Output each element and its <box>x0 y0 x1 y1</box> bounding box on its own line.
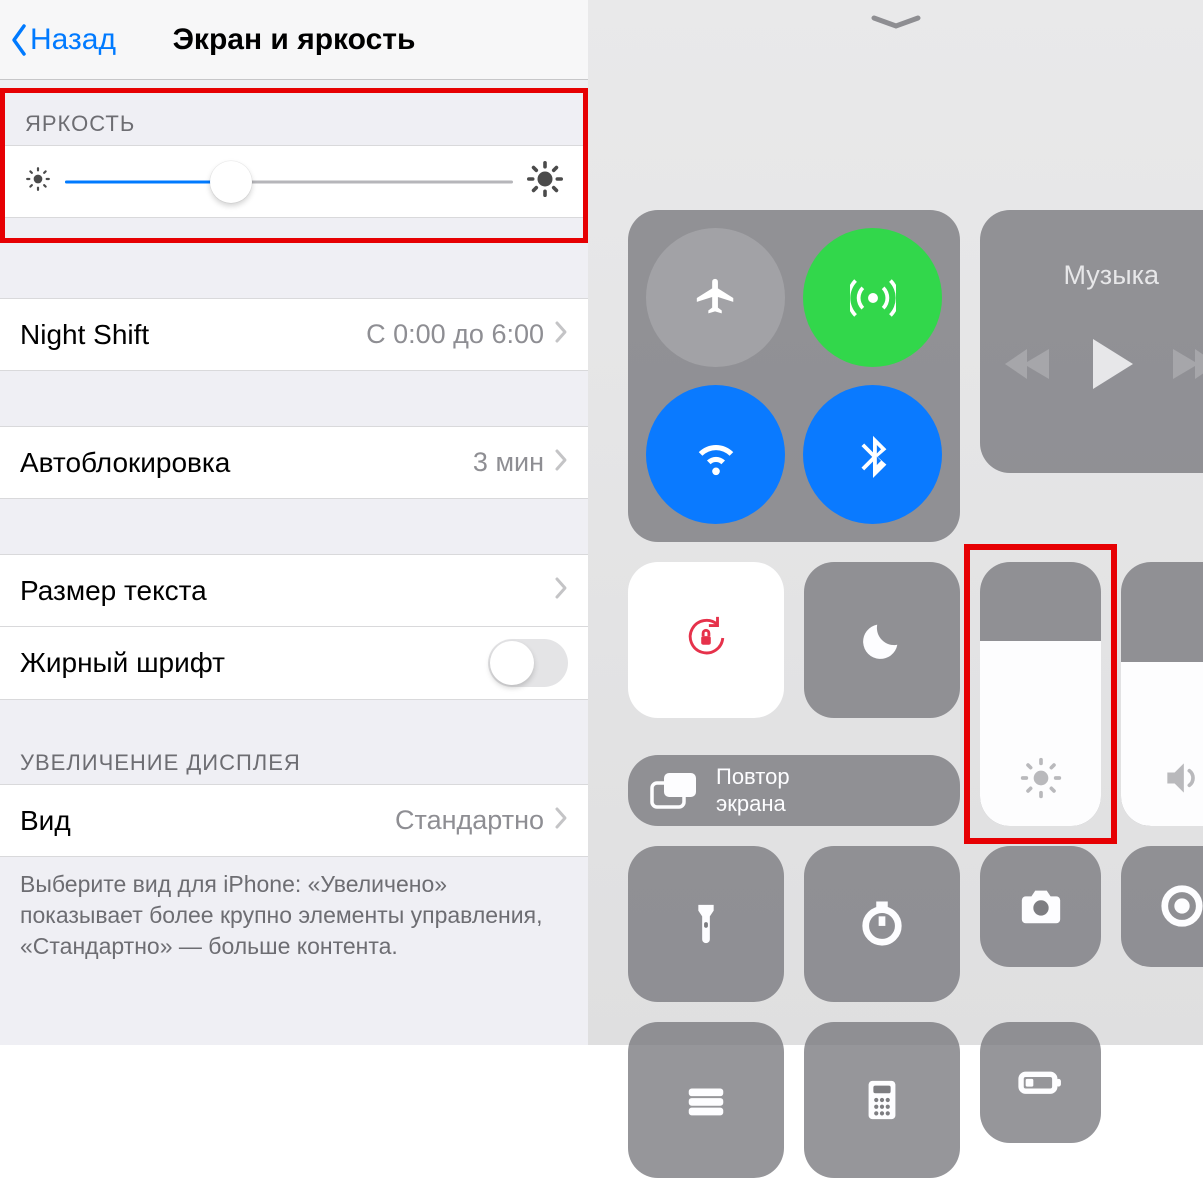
connectivity-module <box>628 210 960 542</box>
calculator-button[interactable] <box>804 1022 960 1178</box>
battery-icon <box>1018 1059 1064 1105</box>
chevron-right-icon <box>554 805 568 837</box>
brightness-vertical-slider[interactable] <box>980 562 1101 826</box>
timer-icon <box>859 901 905 947</box>
bold-text-label: Жирный шрифт <box>20 647 488 679</box>
chevron-right-icon <box>554 447 568 479</box>
do-not-disturb-button[interactable] <box>804 562 960 718</box>
text-size-label: Размер текста <box>20 575 544 607</box>
brightness-slider-row <box>5 145 583 218</box>
music-title: Музыка <box>1064 260 1160 291</box>
night-shift-row[interactable]: Night Shift С 0:00 до 6:00 <box>0 298 588 371</box>
brightness-low-icon <box>25 166 51 197</box>
bluetooth-button[interactable] <box>803 385 942 524</box>
wallet-icon <box>683 1077 729 1123</box>
calculator-icon <box>859 1077 905 1123</box>
airplane-icon <box>693 275 739 321</box>
chevron-left-icon <box>8 22 30 58</box>
auto-lock-label: Автоблокировка <box>20 447 473 479</box>
page-title: Экран и яркость <box>173 23 416 57</box>
screen-mirroring-button[interactable]: Повтор экрана <box>628 755 960 825</box>
back-label: Назад <box>30 23 116 57</box>
rotation-lock-button[interactable] <box>628 562 784 718</box>
previous-track-button[interactable] <box>1005 349 1049 384</box>
wifi-icon <box>693 432 739 478</box>
chevron-right-icon <box>554 319 568 351</box>
view-footnote: Выберите вид для iPhone: «Увеличено» пок… <box>0 857 588 962</box>
auto-lock-value: 3 мин <box>473 447 544 478</box>
volume-vertical-slider[interactable] <box>1121 562 1203 826</box>
bold-text-row: Жирный шрифт <box>0 627 588 700</box>
nav-bar: Назад Экран и яркость <box>0 0 588 80</box>
night-shift-label: Night Shift <box>20 319 366 351</box>
wifi-button[interactable] <box>646 385 785 524</box>
brightness-slider[interactable] <box>65 161 513 203</box>
low-power-button[interactable] <box>980 1022 1101 1143</box>
play-button[interactable] <box>1089 339 1133 394</box>
record-icon <box>1159 883 1203 929</box>
back-button[interactable]: Назад <box>8 22 116 58</box>
text-size-row[interactable]: Размер текста <box>0 554 588 627</box>
camera-icon <box>1018 883 1064 929</box>
brightness-slider-wrap <box>980 562 1101 826</box>
airplane-mode-button[interactable] <box>646 228 785 367</box>
view-row[interactable]: Вид Стандартно <box>0 784 588 857</box>
view-label: Вид <box>20 805 395 837</box>
flashlight-icon <box>683 901 729 947</box>
volume-icon <box>1160 756 1203 800</box>
brightness-highlight: ЯРКОСТЬ <box>0 88 588 243</box>
settings-screen: Назад Экран и яркость ЯРКОСТЬ Night Shif… <box>0 0 588 1045</box>
wallet-button[interactable] <box>628 1022 784 1178</box>
cellular-data-button[interactable] <box>803 228 942 367</box>
camera-button[interactable] <box>980 846 1101 967</box>
view-value: Стандартно <box>395 805 544 836</box>
bluetooth-icon <box>850 432 896 478</box>
music-module[interactable]: Музыка <box>980 210 1203 473</box>
moon-icon <box>859 617 905 663</box>
brightness-section-label: ЯРКОСТЬ <box>5 101 583 145</box>
chevron-right-icon <box>554 575 568 607</box>
brightness-icon <box>1019 756 1063 800</box>
control-center: Музыка Повтор э <box>588 0 1203 1045</box>
night-shift-value: С 0:00 до 6:00 <box>366 319 544 350</box>
display-zoom-label: УВЕЛИЧЕНИЕ ДИСПЛЕЯ <box>0 700 588 784</box>
rotation-lock-icon <box>683 615 729 666</box>
next-track-button[interactable] <box>1173 349 1203 384</box>
brightness-high-icon <box>527 161 563 202</box>
antenna-icon <box>850 275 896 321</box>
screen-record-button[interactable] <box>1121 846 1203 967</box>
timer-button[interactable] <box>804 846 960 1002</box>
auto-lock-row[interactable]: Автоблокировка 3 мин <box>0 426 588 499</box>
screen-mirror-label: Повтор экрана <box>716 764 790 817</box>
bold-text-switch[interactable] <box>488 639 568 687</box>
flashlight-button[interactable] <box>628 846 784 1002</box>
screen-mirror-icon <box>650 771 698 811</box>
